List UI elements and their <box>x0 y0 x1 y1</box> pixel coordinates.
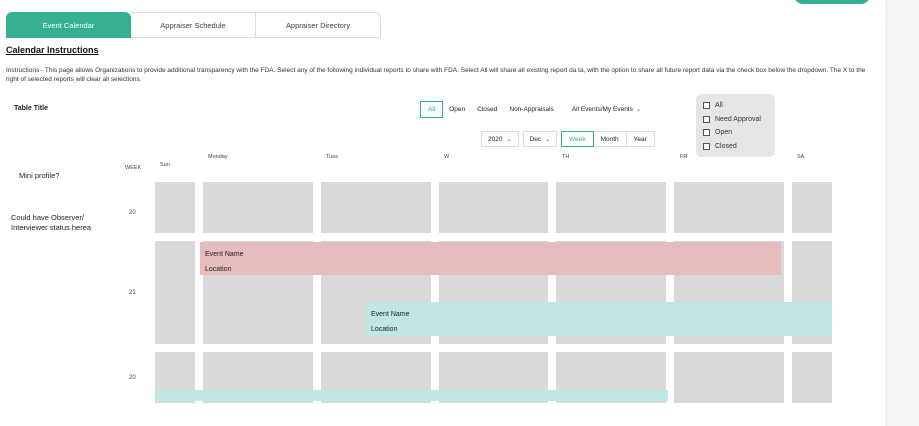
month-select-value: Dec <box>529 135 542 143</box>
instructions-title: Calendar Instructions <box>6 45 99 55</box>
year-select-value: 2020 <box>488 135 503 143</box>
event-name: Event Name <box>371 311 410 318</box>
calendar-event[interactable]: Event Name Location <box>366 302 832 336</box>
calendar-day-cell[interactable] <box>792 352 832 403</box>
checkbox-icon[interactable] <box>703 102 710 110</box>
top-action-button[interactable] <box>794 0 870 4</box>
status-filter-bar: All Open Closed Non-Appraisals All Event… <box>420 101 647 118</box>
checkbox-all[interactable]: All <box>703 99 768 113</box>
calendar-event-bar[interactable] <box>155 390 668 401</box>
chevron-down-icon: ⌄ <box>506 136 512 143</box>
calendar-event[interactable]: Event Name Location <box>200 242 781 275</box>
table-title: Table Title <box>14 105 48 112</box>
calendar-day-cell[interactable] <box>674 352 784 403</box>
calendar-day-cell[interactable] <box>321 182 431 233</box>
report-checklist: All Need Approval Open Closed <box>696 94 775 157</box>
filter-closed[interactable]: Closed <box>471 101 503 118</box>
week-number: 20 <box>129 210 136 216</box>
checkbox-closed[interactable]: Closed <box>703 140 768 154</box>
view-toggle: Week Month Year <box>561 131 655 147</box>
view-year-button[interactable]: Year <box>626 131 655 147</box>
event-name: Event Name <box>205 251 244 258</box>
checkbox-label: Closed <box>715 142 737 150</box>
checkbox-label: Need Approval <box>715 115 761 123</box>
tab-bar: Event Calendar Appraiser Schedule Apprai… <box>6 12 381 38</box>
mini-profile-label: Mini profile? <box>19 171 60 180</box>
checkbox-label: All <box>715 102 723 110</box>
checkbox-icon[interactable] <box>703 142 710 150</box>
event-location: Location <box>205 266 232 273</box>
day-label-monday: Monday <box>208 154 228 160</box>
tab-event-calendar[interactable]: Event Calendar <box>6 12 131 38</box>
calendar-day-cell[interactable] <box>674 182 784 233</box>
events-dropdown-label: All Events/My Events <box>571 106 633 113</box>
day-label-thu: TH <box>562 154 570 160</box>
view-month-button[interactable]: Month <box>593 131 627 147</box>
day-label-wed: W <box>444 154 450 160</box>
day-label-tues: Tues <box>326 154 339 160</box>
checkbox-open[interactable]: Open <box>703 126 768 140</box>
chevron-down-icon: ⌄ <box>635 107 641 113</box>
day-label-sat: SA <box>797 154 805 160</box>
chevron-down-icon: ⌄ <box>545 136 551 143</box>
view-week-button[interactable]: Week <box>561 131 594 147</box>
calendar-day-cell[interactable] <box>556 182 666 233</box>
calendar-day-cell[interactable] <box>439 182 548 233</box>
events-dropdown[interactable]: All Events/My Events ⌄ <box>560 101 647 118</box>
calendar-day-cell[interactable] <box>155 241 195 344</box>
month-select[interactable]: Dec ⌄ <box>522 131 558 147</box>
week-column-header: WEEK <box>125 165 142 171</box>
calendar-day-cell[interactable] <box>203 182 313 233</box>
right-side-panel <box>885 0 919 426</box>
calendar-day-cell[interactable] <box>155 182 195 233</box>
filter-open[interactable]: Open <box>443 101 471 118</box>
filter-non-appraisals[interactable]: Non-Appraisals <box>503 101 559 118</box>
date-controls: 2020 ⌄ Dec ⌄ Week Month Year <box>481 131 655 147</box>
checkbox-icon[interactable] <box>703 115 710 123</box>
year-select[interactable]: 2020 ⌄ <box>481 131 519 147</box>
tab-appraiser-schedule[interactable]: Appraiser Schedule <box>131 12 256 38</box>
event-location: Location <box>371 326 398 333</box>
calendar-day-cell[interactable] <box>792 182 832 233</box>
checkbox-need-approval[interactable]: Need Approval <box>703 113 768 127</box>
instructions-text: Instructions - This page allows Organiza… <box>6 67 866 83</box>
week-number: 21 <box>129 290 136 296</box>
week-number: 20 <box>129 375 136 381</box>
checkbox-icon[interactable] <box>703 129 710 137</box>
status-note-label: Could have Observer/ Interviewer status … <box>11 213 92 232</box>
checkbox-label: Open <box>715 129 733 137</box>
day-label-sun: Sun <box>160 162 170 168</box>
filter-all[interactable]: All <box>420 101 444 118</box>
tab-appraiser-directory[interactable]: Appraiser Directory <box>256 12 381 38</box>
day-label-fri: FR <box>680 154 688 160</box>
